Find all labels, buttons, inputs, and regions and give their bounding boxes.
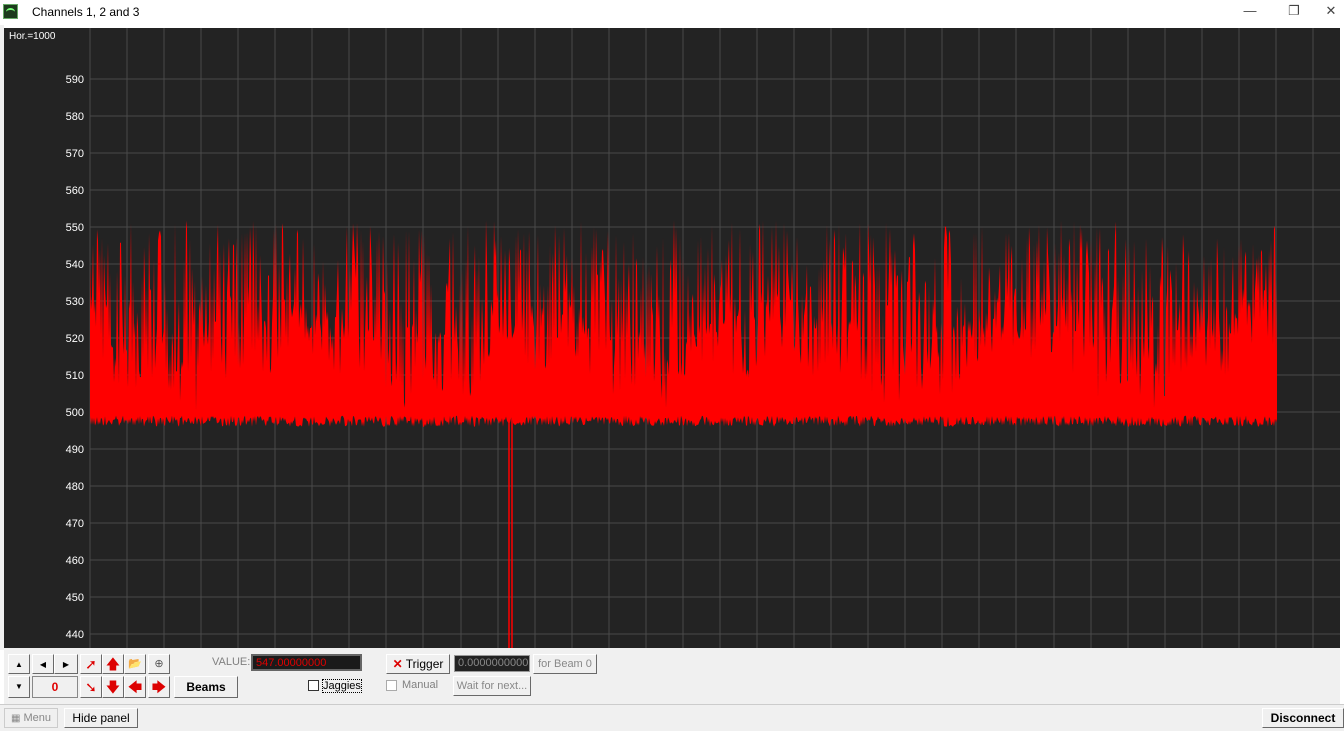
y-tick-label: 580 (66, 111, 84, 123)
y-tick-label: 450 (66, 592, 84, 604)
for-beam-button[interactable]: for Beam 0 (533, 654, 597, 674)
y-tick-label: 510 (66, 370, 84, 382)
scale-up-button[interactable]: ▲ (8, 654, 30, 674)
y-tick-label: 480 (66, 481, 84, 493)
zoom-icon[interactable]: ⊕ (148, 654, 170, 674)
signal-spikes (508, 412, 513, 648)
value-label: VALUE: (212, 656, 251, 668)
title-bar: Channels 1, 2 and 3 — ❐ ✕ (0, 0, 1344, 25)
wait-for-next-button[interactable]: Wait for next... (453, 676, 531, 696)
y-tick-label: 590 (66, 74, 84, 86)
control-panel: ▲ ▼ ◀ ▶ 0 ➚ 🡅 📂 ⊕ ➘ 🡇 🡄 🡆 Beams VALUE: 5… (4, 648, 1340, 704)
status-bar: ▦ Menu Hide panel Disconnect (0, 704, 1344, 731)
trigger-label: Trigger (405, 657, 444, 671)
scroll-right-button[interactable]: ▶ (54, 654, 78, 674)
y-tick-label: 560 (66, 185, 84, 197)
beams-button[interactable]: Beams (174, 676, 238, 698)
value-field[interactable]: 547.00000000 (251, 654, 362, 671)
manual-label: Manual (402, 679, 439, 691)
hide-panel-button[interactable]: Hide panel (64, 708, 138, 728)
y-tick-label: 550 (66, 222, 84, 234)
trigger-value-field[interactable]: 0.0000000000 (454, 655, 530, 672)
menu-label: Menu (23, 712, 52, 724)
restore-button[interactable]: ❐ (1274, 0, 1314, 25)
y-tick-label: 490 (66, 444, 84, 456)
y-tick-label: 470 (66, 518, 84, 530)
plot-canvas[interactable]: 590 580 570 560 550 540 530 520 510 500 490 480 470 4… (4, 28, 1340, 648)
trigger-button[interactable]: ✕ Trigger (386, 654, 450, 674)
app-icon (3, 4, 18, 19)
arrow-down-left-icon[interactable]: ➘ (80, 676, 102, 698)
arrow-down-icon[interactable]: 🡇 (102, 676, 124, 698)
y-tick-label: 520 (66, 333, 84, 345)
arrow-right-icon[interactable]: 🡆 (148, 676, 170, 698)
jaggies-checkbox[interactable] (308, 680, 319, 691)
jaggies-label[interactable]: Jaggies (322, 679, 362, 693)
y-tick-label: 540 (66, 259, 84, 271)
y-tick-label: 460 (66, 555, 84, 567)
horizontal-scale-label: Hor.=1000 (9, 31, 56, 42)
y-tick-label: 570 (66, 148, 84, 160)
oscilloscope-plot[interactable]: 590 580 570 560 550 540 530 520 510 500 490 480 470 4… (4, 28, 1340, 648)
y-tick-label: 440 (66, 629, 84, 641)
close-button[interactable]: ✕ (1318, 0, 1344, 25)
disconnect-button[interactable]: Disconnect (1262, 708, 1344, 728)
y-tick-label: 500 (66, 407, 84, 419)
y-tick-label: 530 (66, 296, 84, 308)
arrow-up-icon[interactable]: 🡅 (102, 654, 124, 674)
manual-checkbox[interactable] (386, 680, 397, 691)
close-x-icon: ✕ (392, 657, 403, 671)
scale-down-button[interactable]: ▼ (8, 676, 30, 698)
arrow-up-right-icon[interactable]: ➚ (80, 654, 102, 674)
scroll-left-button[interactable]: ◀ (32, 654, 54, 674)
beam-counter[interactable]: 0 (32, 676, 78, 698)
minimize-button[interactable]: — (1230, 0, 1270, 25)
arrow-left-icon[interactable]: 🡄 (124, 676, 146, 698)
window-title: Channels 1, 2 and 3 (32, 5, 140, 19)
y-axis-ticks: 590 580 570 560 550 540 530 520 510 500 490 480 470 4… (66, 74, 84, 641)
menu-button[interactable]: ▦ Menu (4, 708, 58, 728)
menu-icon: ▦ (10, 713, 21, 724)
open-file-icon[interactable]: 📂 (124, 654, 146, 674)
